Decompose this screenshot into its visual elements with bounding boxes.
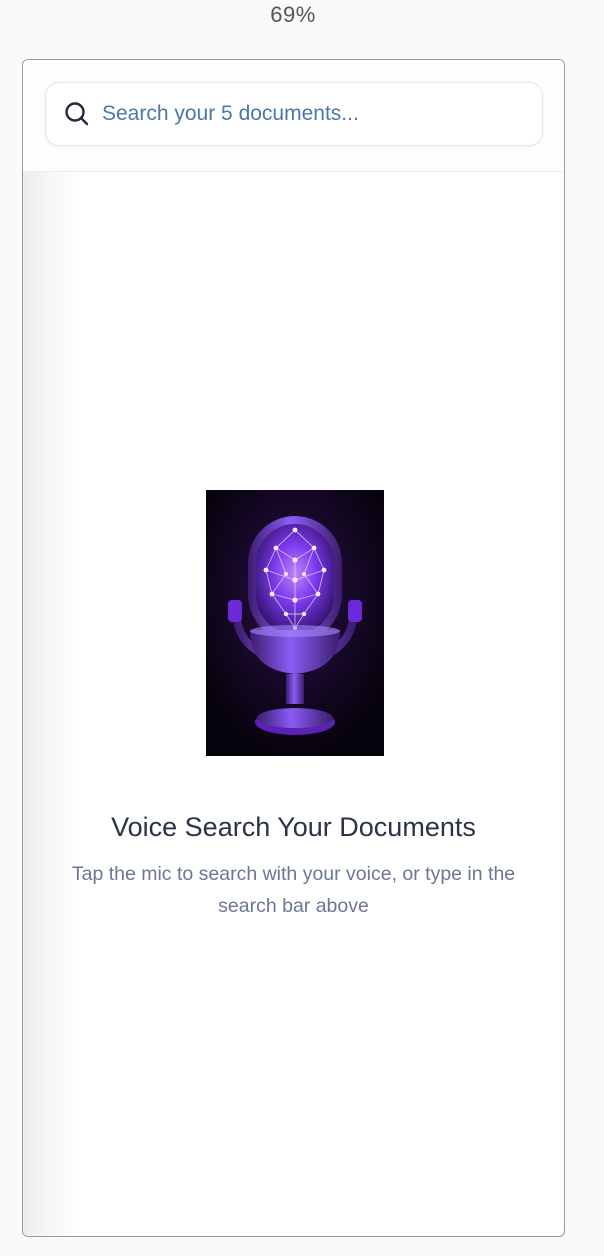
- empty-state-title: Voice Search Your Documents: [111, 812, 476, 842]
- zoom-level-label: 69%: [270, 2, 316, 27]
- search-icon: [62, 99, 92, 129]
- left-edge-shadow: [23, 172, 83, 1236]
- search-header: [23, 60, 564, 172]
- app-panel: Voice Search Your Documents Tap the mic …: [22, 59, 565, 1237]
- search-input[interactable]: [102, 94, 542, 134]
- search-bar[interactable]: [45, 82, 543, 146]
- mic-illustration[interactable]: [206, 490, 384, 756]
- empty-state-description: Tap the mic to search with your voice, o…: [71, 863, 516, 917]
